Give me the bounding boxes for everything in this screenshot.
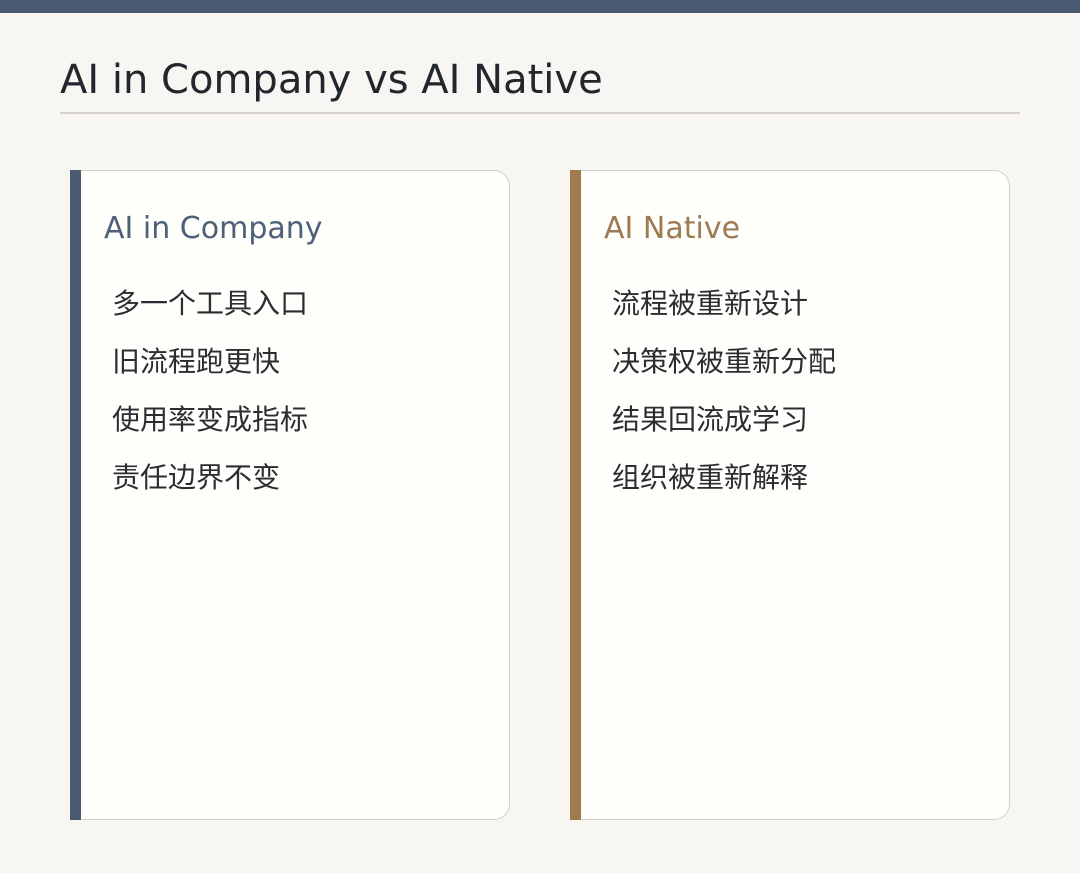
- list-item: 结果回流成学习: [612, 403, 809, 436]
- left-card-list: 多一个工具入口 旧流程跑更快 使用率变成指标 责任边界不变: [112, 275, 308, 507]
- list-item: 使用率变成指标: [112, 403, 309, 436]
- list-item: 多一个工具入口: [112, 287, 309, 320]
- top-accent-bar: [0, 0, 1080, 13]
- left-card-title: AI in Company: [104, 211, 323, 246]
- page-title: AI in Company vs AI Native: [60, 57, 603, 103]
- right-card-list: 流程被重新设计 决策权被重新分配 结果回流成学习 组织被重新解释: [612, 275, 836, 507]
- list-item: 流程被重新设计: [612, 287, 809, 320]
- ai-in-company-card: AI in Company 多一个工具入口 旧流程跑更快 使用率变成指标 责任边…: [70, 169, 510, 820]
- list-item: 责任边界不变: [112, 461, 281, 494]
- right-card-title: AI Native: [604, 211, 741, 246]
- right-card-accent-bar: [570, 169, 581, 820]
- ai-native-card: AI Native 流程被重新设计 决策权被重新分配 结果回流成学习 组织被重新…: [570, 169, 1010, 820]
- left-card-accent-bar: [70, 169, 81, 820]
- list-item: 决策权被重新分配: [612, 345, 837, 378]
- list-item: 组织被重新解释: [612, 461, 809, 494]
- list-item: 旧流程跑更快: [112, 345, 281, 378]
- title-divider: [60, 112, 1020, 114]
